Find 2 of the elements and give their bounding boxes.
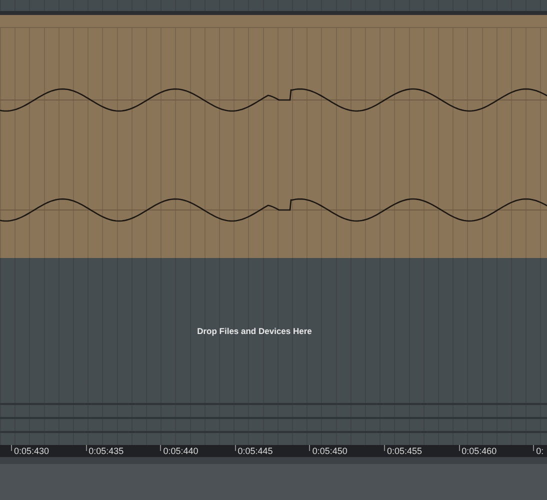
drop-hint: Drop Files and Devices Here: [197, 325, 312, 338]
drop-zone[interactable]: Drop Files and Devices Here: [0, 258, 547, 403]
